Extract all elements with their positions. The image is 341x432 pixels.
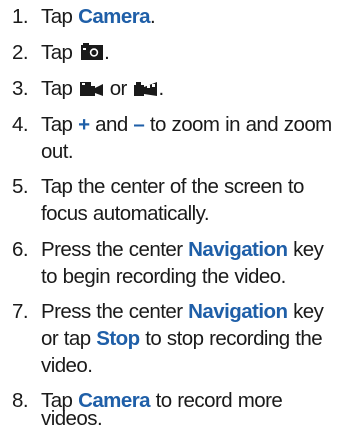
navigation-keyword: Navigation [188,238,288,261]
step-text: Tap the center of the screen to [41,175,304,198]
step-text-continued: focus automatically. [41,202,210,225]
step-text: Tap + and – to zoom in and zoom [41,113,332,136]
step-text-continued: video. [41,354,93,377]
zoom-in-symbol: + [78,113,90,136]
step-number: 5. [12,175,29,198]
camera-mode-icon [80,41,104,68]
video-mode-alt-icon [134,77,158,104]
step-number: 1. [12,5,29,28]
step-text-continued: or tap Stop to stop recording the [41,327,323,350]
step-number: 6. [12,238,29,261]
step-text: Tap or . [41,75,341,104]
camera-keyword: Camera [78,5,150,28]
instruction-page: 1. Tap Camera. 2. Tap . 3. Tap or . 4. T… [0,0,341,430]
step-text-continued: videos. [41,407,103,430]
step-number: 8. [12,389,29,412]
step-text: Tap . [41,39,341,68]
step-text-continued: out. [41,140,74,163]
step-text: Press the center Navigation key [41,238,324,261]
step-number: 2. [12,41,29,64]
step-number: 7. [12,300,29,323]
video-mode-icon [80,77,104,104]
step-text: Press the center Navigation key [41,300,324,323]
step-text-continued: to begin recording the video. [41,265,286,288]
navigation-keyword: Navigation [188,300,288,323]
zoom-out-symbol: – [133,113,145,136]
step-text: Tap Camera. [41,5,156,28]
stop-keyword: Stop [96,327,140,350]
step-number: 4. [12,113,29,136]
step-number: 3. [12,77,29,100]
